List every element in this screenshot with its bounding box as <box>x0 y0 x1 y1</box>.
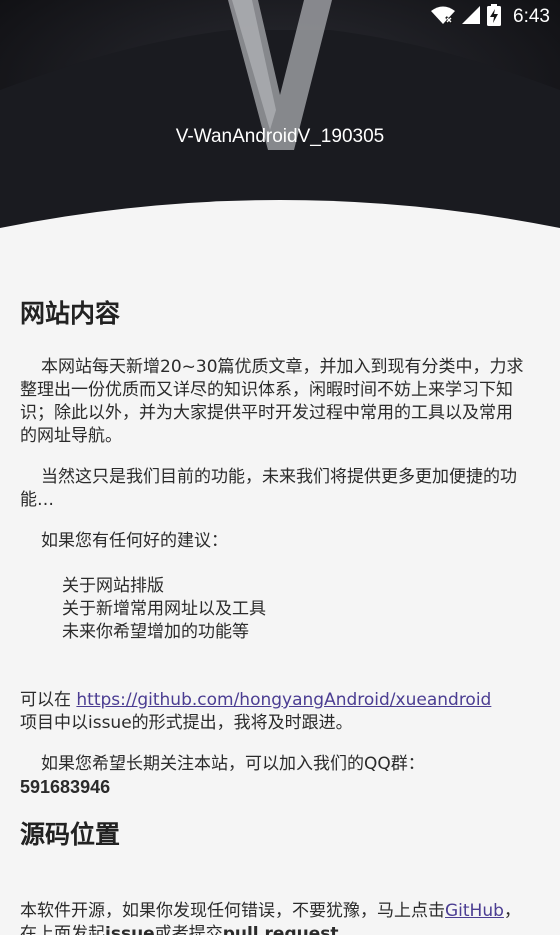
app-version-label: V-WanAndroidV_190305 <box>175 126 385 147</box>
paragraph-source: 本软件开源，如果你发现任何错误，不要犹豫，马上点击GitHub，在上面发起iss… <box>20 901 521 935</box>
paragraph-intro: 本网站每天新增20~30篇优质文章，并加入到现有分类中，力求整理出一份优质而又详… <box>20 357 524 446</box>
github-link[interactable]: GitHub <box>445 901 504 921</box>
list-item: 关于新增常用网址以及工具 <box>62 599 266 619</box>
paragraph-issue: 可以在 https://github.com/hongyangAndroid/x… <box>20 690 492 710</box>
status-time: 6:43 <box>513 6 550 27</box>
github-repo-link[interactable]: https://github.com/hongyangAndroid/xuean… <box>76 690 491 710</box>
list-item: 未来你希望增加的功能等 <box>62 622 249 642</box>
about-content: 网站内容 本网站每天新增20~30篇优质文章，并加入到现有分类中，力求整理出一份… <box>20 294 525 935</box>
wifi-off-icon <box>431 5 456 29</box>
status-bar: 6:43 <box>0 0 560 34</box>
header-background <box>0 0 560 245</box>
paragraph-issue-suffix: 项目中以issue的形式提出，我将及时跟进。 <box>20 713 353 733</box>
paragraph-suggestions-intro: 如果您有任何好的建议： <box>41 531 228 551</box>
about-screen: 6:43 V-WanAndroidV_190305 网站内容 本网站每天新增20… <box>0 0 560 935</box>
section-title-site-content: 网站内容 <box>20 299 121 328</box>
cell-signal-icon <box>461 5 481 29</box>
battery-charging-icon <box>487 4 502 30</box>
qq-group-number: 591683946 <box>20 777 111 797</box>
list-item: 关于网站排版 <box>62 576 164 596</box>
paragraph-qq-group: 如果您希望长期关注本站，可以加入我们的QQ群： <box>41 754 425 774</box>
section-title-source: 源码位置 <box>20 820 121 849</box>
suggestion-list: 关于网站排版 关于新增常用网址以及工具 未来你希望增加的功能等 <box>62 575 525 644</box>
header-banner: 6:43 V-WanAndroidV_190305 <box>0 0 560 245</box>
paragraph-future: 当然这只是我们目前的功能，未来我们将提供更多更加便捷的功能… <box>20 467 517 510</box>
